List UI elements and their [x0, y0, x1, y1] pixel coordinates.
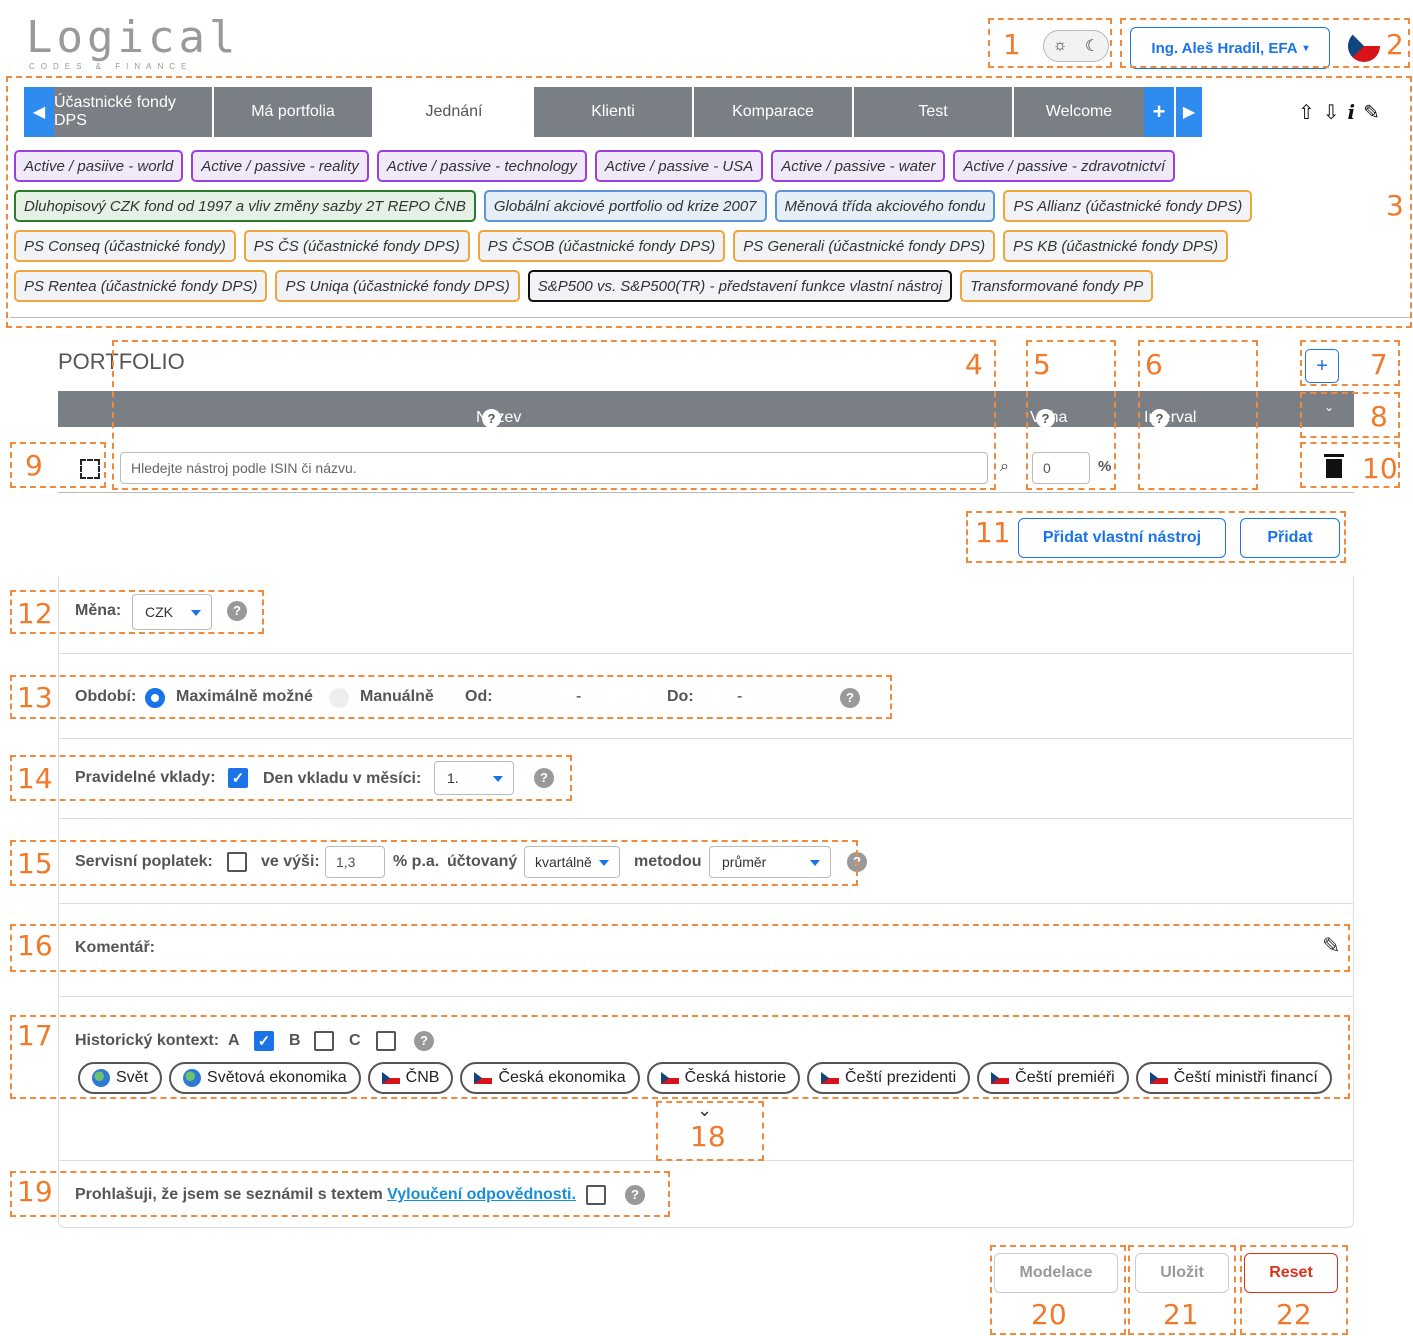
annotation-number: 2 [1386, 28, 1404, 61]
search-icon[interactable]: ⌕ [1000, 458, 1009, 476]
divider [58, 996, 1354, 997]
annotation-number: 9 [25, 449, 43, 482]
divider [58, 903, 1354, 904]
annotation-number: 11 [975, 516, 1011, 549]
annotation-number: 19 [17, 1175, 53, 1208]
annotation-number: 15 [17, 847, 53, 880]
annotation-box [10, 755, 572, 801]
annotation-box [10, 1015, 1350, 1099]
annotation-number: 22 [1276, 1298, 1312, 1331]
annotation-box [10, 1171, 670, 1217]
annotation-box [112, 340, 996, 490]
annotation-number: 1 [1003, 28, 1021, 61]
divider [58, 492, 1354, 493]
annotation-box [10, 675, 892, 719]
annotation-number: 12 [17, 597, 53, 630]
annotation-number: 21 [1163, 1298, 1199, 1331]
annotation-number: 8 [1370, 400, 1388, 433]
divider [58, 653, 1354, 654]
annotation-box [966, 511, 1346, 563]
divider [58, 818, 1354, 819]
annotation-number: 18 [690, 1120, 726, 1153]
annotation-number: 14 [17, 762, 53, 795]
annotation-number: 5 [1033, 348, 1051, 381]
logo: Logical CODES & FINANCE [26, 12, 240, 72]
logo-subtitle: CODES & FINANCE [29, 62, 193, 71]
annotation-number: 4 [965, 348, 983, 381]
annotation-number: 10 [1362, 452, 1398, 485]
annotation-number: 16 [17, 929, 53, 962]
annotation-number: 6 [1145, 348, 1163, 381]
annotation-number: 3 [1386, 189, 1404, 222]
annotation-number: 13 [17, 681, 53, 714]
annotation-box [10, 924, 1350, 972]
divider [58, 738, 1354, 739]
annotation-number: 17 [17, 1019, 53, 1052]
annotation-box [10, 840, 858, 886]
annotation-number: 7 [1370, 348, 1388, 381]
annotation-number: 20 [1031, 1298, 1067, 1331]
annotation-box [6, 76, 1412, 328]
annotation-box [1120, 18, 1410, 68]
logo-text: Logical [26, 12, 240, 63]
